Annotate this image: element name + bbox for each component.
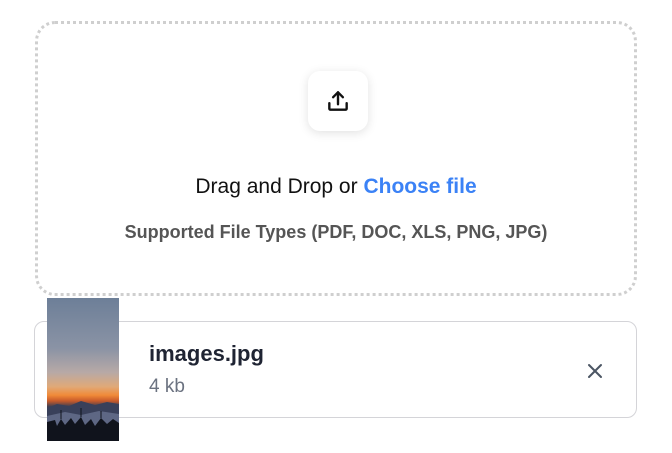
uploaded-file-card [34, 321, 637, 418]
upload-icon [328, 91, 348, 111]
supported-file-types: Supported File Types (PDF, DOC, XLS, PNG… [124, 222, 548, 242]
remove-file-button[interactable] [583, 359, 607, 383]
file-drop-zone[interactable]: Drag and Drop or Choose file Supported F… [35, 21, 637, 296]
upload-button[interactable] [308, 71, 368, 131]
file-name: images.jpg [149, 341, 264, 366]
drop-instructions: Drag and Drop or Choose file [38, 175, 634, 199]
drop-text: Drag and Drop or [195, 175, 364, 198]
choose-file-link[interactable]: Choose file [363, 175, 476, 198]
close-icon [588, 364, 602, 378]
file-thumbnail [47, 298, 119, 441]
file-size: 4 kb [149, 376, 185, 397]
